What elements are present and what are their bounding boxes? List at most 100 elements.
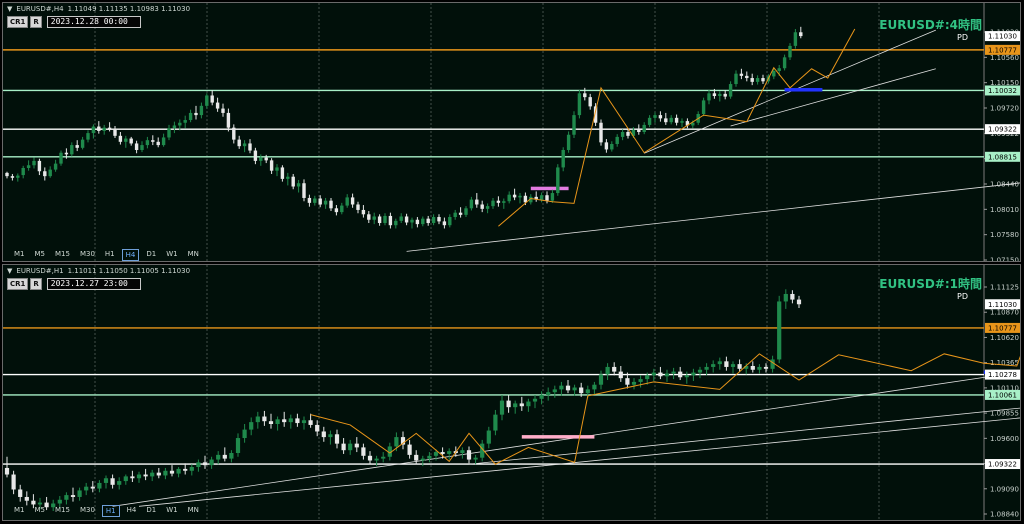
- timeframe-w1[interactable]: W1: [163, 505, 180, 515]
- candle-body: [356, 204, 360, 210]
- candle-body: [566, 134, 571, 150]
- y-tick-label: 1.10870: [990, 309, 1019, 317]
- y-tick-label: 1.08010: [990, 206, 1019, 214]
- candle-body: [178, 122, 182, 126]
- timeframe-m30[interactable]: M30: [77, 505, 98, 515]
- candlestick-chart-h4[interactable]: 1.110301.105601.101501.097201.093221.088…: [3, 3, 1020, 261]
- candle-body: [724, 361, 729, 367]
- y-tick-label: 1.09720: [990, 105, 1019, 113]
- candle-body: [745, 75, 749, 79]
- timeframe-d1[interactable]: D1: [143, 505, 159, 515]
- price-label: 1.10278: [988, 371, 1017, 379]
- collapse-triangle-icon[interactable]: ▼: [7, 267, 12, 275]
- timeframe-m15[interactable]: M15: [52, 505, 73, 515]
- candle-body: [447, 451, 452, 454]
- y-tick-label: 1.09600: [990, 435, 1019, 443]
- candle-body: [431, 217, 436, 224]
- timeframe-m1[interactable]: M1: [11, 249, 28, 259]
- candle-body: [194, 112, 198, 116]
- candle-body: [598, 374, 604, 385]
- candle-body: [210, 95, 214, 103]
- candle-body: [221, 108, 225, 113]
- candle-body: [728, 84, 733, 97]
- candle-body: [242, 429, 247, 439]
- timeframe-m1[interactable]: M1: [11, 505, 28, 515]
- candle-body: [599, 122, 603, 143]
- timeframe-d1[interactable]: D1: [143, 249, 159, 259]
- timeframe-mn[interactable]: MN: [185, 505, 202, 515]
- collapse-triangle-icon[interactable]: ▼: [7, 5, 12, 13]
- timeframe-mn[interactable]: MN: [185, 249, 202, 259]
- candle-body: [199, 105, 204, 116]
- candle-body: [334, 434, 340, 444]
- candle-body: [711, 364, 716, 367]
- candle-body: [638, 379, 643, 382]
- candle-body: [205, 95, 209, 106]
- candle-body: [118, 135, 123, 142]
- timeframe-m5[interactable]: M5: [32, 249, 49, 259]
- candle-body: [464, 208, 468, 215]
- chart-panel-h4[interactable]: 1.110301.105601.101501.097201.093221.088…: [2, 2, 1021, 262]
- candle-body: [512, 194, 517, 198]
- candle-body: [86, 133, 90, 140]
- price-label: 1.08815: [988, 153, 1017, 161]
- candle-body: [523, 195, 528, 203]
- candle-body: [348, 443, 353, 451]
- trendline: [730, 68, 936, 127]
- candle-body: [750, 78, 754, 82]
- timeframe-h4[interactable]: H4: [124, 505, 140, 515]
- timeframe-h1[interactable]: H1: [102, 249, 118, 259]
- candle-body: [399, 216, 403, 221]
- candle-body: [717, 361, 722, 365]
- timeframe-w1[interactable]: W1: [163, 249, 180, 259]
- candle-body: [235, 438, 241, 453]
- crosshair-time: 2023.12.27 23:00: [46, 278, 141, 290]
- trendline: [406, 182, 1020, 252]
- candle-body: [545, 195, 549, 201]
- candle-body: [793, 32, 798, 46]
- candle-body: [70, 495, 76, 497]
- candle-body: [215, 102, 220, 109]
- timeframe-m15[interactable]: M15: [52, 249, 73, 259]
- candle-body: [618, 371, 623, 379]
- y-tick-label: 1.07580: [990, 231, 1019, 239]
- candle-body: [674, 117, 679, 123]
- candle-body: [113, 129, 117, 136]
- candle-body: [48, 169, 52, 177]
- crosshair-controls: CR1 R 2023.12.28 00:00: [7, 16, 141, 28]
- timeframe-h4[interactable]: H4: [121, 249, 140, 261]
- candle-body: [678, 371, 683, 378]
- cr-button[interactable]: CR1: [7, 278, 29, 290]
- candle-body: [296, 183, 301, 187]
- candle-body: [414, 454, 419, 461]
- candle-body: [734, 73, 738, 85]
- candle-body: [216, 454, 221, 460]
- candle-body: [32, 160, 36, 166]
- cr-button[interactable]: CR1: [7, 16, 29, 28]
- y-tick-label: 1.10620: [990, 334, 1019, 342]
- timeframe-h1[interactable]: H1: [101, 505, 120, 517]
- candle-body: [90, 486, 95, 489]
- r-button[interactable]: R: [30, 16, 42, 28]
- candle-body: [610, 143, 614, 150]
- candle-body: [255, 416, 260, 423]
- candle-body: [513, 403, 518, 408]
- candle-body: [388, 215, 393, 226]
- symbol-label: EURUSD#,H1: [16, 267, 64, 275]
- candle-body: [18, 489, 23, 497]
- r-button[interactable]: R: [30, 278, 42, 290]
- chart-panel-h1[interactable]: 1.11125 1.10870 1.10620 1.10365 1.10110 1.098…: [2, 264, 1021, 521]
- candle-body: [163, 470, 168, 476]
- candle-body: [202, 462, 208, 466]
- candle-body: [407, 444, 412, 455]
- candle-body: [486, 430, 491, 444]
- timeframe-m5[interactable]: M5: [32, 505, 49, 515]
- candle-body: [307, 197, 312, 203]
- timeframe-m30[interactable]: M30: [77, 249, 98, 259]
- trendline: [138, 417, 1020, 507]
- candle-body: [10, 176, 15, 178]
- candle-body: [308, 420, 313, 425]
- candle-body: [361, 209, 366, 215]
- candlestick-chart-h1[interactable]: 1.111251.108701.106201.103651.101101.098…: [3, 265, 1020, 520]
- candle-body: [757, 366, 762, 370]
